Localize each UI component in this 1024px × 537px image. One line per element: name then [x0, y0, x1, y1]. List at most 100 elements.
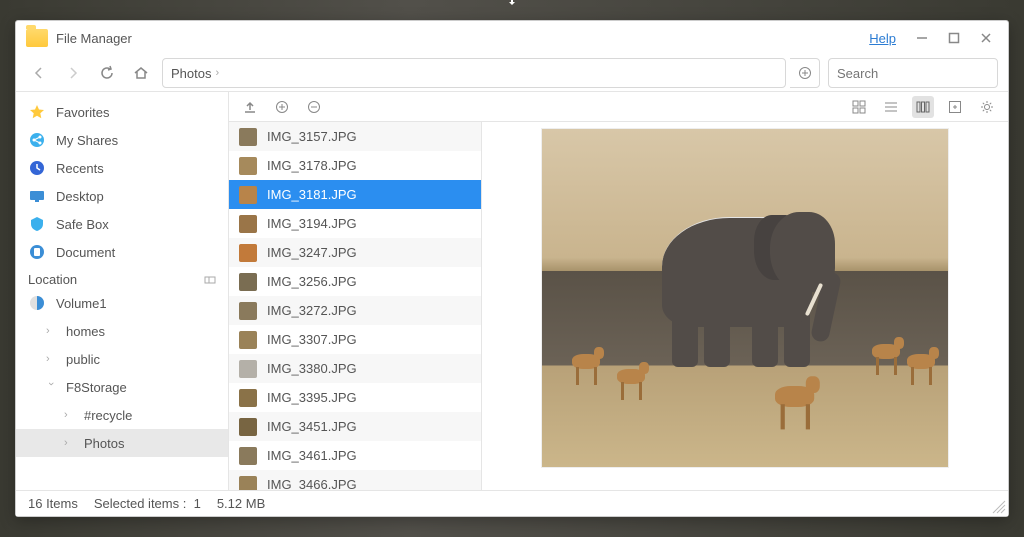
file-row[interactable]: IMG_3247.JPG: [229, 238, 481, 267]
file-row[interactable]: IMG_3451.JPG: [229, 412, 481, 441]
file-name: IMG_3272.JPG: [267, 303, 357, 318]
sidebar-item-recents[interactable]: Recents: [16, 154, 228, 182]
star-icon: [28, 103, 46, 121]
file-thumbnail: [239, 389, 257, 407]
grid-view-button[interactable]: [848, 96, 870, 118]
new-button[interactable]: [271, 96, 293, 118]
file-name: IMG_3178.JPG: [267, 158, 357, 173]
preview-image[interactable]: [541, 128, 949, 468]
file-row[interactable]: IMG_3380.JPG: [229, 354, 481, 383]
forward-button[interactable]: [60, 60, 86, 86]
breadcrumb-chevron-icon: ›: [215, 67, 225, 79]
document-icon: [28, 243, 46, 261]
share-icon: [28, 131, 46, 149]
upload-button[interactable]: [239, 96, 261, 118]
home-button[interactable]: [128, 60, 154, 86]
file-name: IMG_3380.JPG: [267, 361, 357, 376]
sidebar-item-label: #recycle: [84, 408, 132, 423]
file-row[interactable]: IMG_3181.JPG: [229, 180, 481, 209]
desktop-icon: [28, 187, 46, 205]
file-row[interactable]: IMG_3466.JPG: [229, 470, 481, 490]
sidebar-item-label: Desktop: [56, 189, 104, 204]
file-thumbnail: [239, 476, 257, 491]
app-folder-icon: [26, 29, 48, 47]
chevron-right-icon: ›: [64, 409, 74, 421]
back-button[interactable]: [26, 60, 52, 86]
path-bar[interactable]: Photos ›: [162, 58, 786, 88]
window-title: File Manager: [56, 31, 132, 46]
file-name: IMG_3466.JPG: [267, 477, 357, 490]
sidebar-item-document[interactable]: Document: [16, 238, 228, 266]
search-input[interactable]: [837, 66, 1013, 81]
file-row[interactable]: IMG_3461.JPG: [229, 441, 481, 470]
settings-button[interactable]: [976, 96, 998, 118]
elephant-graphic: [632, 177, 832, 367]
file-thumbnail: [239, 273, 257, 291]
maximize-button[interactable]: [942, 26, 966, 50]
refresh-button[interactable]: [94, 60, 120, 86]
sidebar-item-favorites[interactable]: Favorites: [16, 98, 228, 126]
file-row[interactable]: IMG_3256.JPG: [229, 267, 481, 296]
file-list[interactable]: IMG_3157.JPG IMG_3178.JPG IMG_3181.JPG IMG_…: [229, 122, 482, 490]
add-panel-button[interactable]: [944, 96, 966, 118]
resize-handle-icon[interactable]: [992, 500, 1006, 514]
file-row[interactable]: IMG_3307.JPG: [229, 325, 481, 354]
sidebar-item-myshares[interactable]: My Shares: [16, 126, 228, 154]
sidebar-item-desktop[interactable]: Desktop: [16, 182, 228, 210]
file-name: IMG_3461.JPG: [267, 448, 357, 463]
sidebar-item-label: Recents: [56, 161, 104, 176]
titlebar[interactable]: File Manager Help: [16, 21, 1008, 55]
sidebar-item-photos[interactable]: › Photos: [16, 429, 228, 457]
sidebar: Favorites My Shares Recents Desktop Safe…: [16, 92, 229, 490]
main-panel: IMG_3157.JPG IMG_3178.JPG IMG_3181.JPG IMG_…: [229, 92, 1008, 490]
minimize-button[interactable]: [910, 26, 934, 50]
sidebar-item-label: My Shares: [56, 133, 118, 148]
sidebar-item-safebox[interactable]: Safe Box: [16, 210, 228, 238]
file-thumbnail: [239, 447, 257, 465]
file-name: IMG_3256.JPG: [267, 274, 357, 289]
list-view-button[interactable]: [880, 96, 902, 118]
volume-icon: [28, 294, 46, 312]
chevron-right-icon: ›: [64, 437, 74, 449]
chevron-down-icon: ›: [45, 382, 57, 392]
close-button[interactable]: [974, 26, 998, 50]
collapse-icon[interactable]: [204, 274, 216, 286]
sidebar-item-label: Photos: [84, 436, 124, 451]
file-row[interactable]: IMG_3178.JPG: [229, 151, 481, 180]
column-view-button[interactable]: [912, 96, 934, 118]
safebox-icon: [28, 215, 46, 233]
status-bar: 16 Items Selected items : 1 5.12 MB: [16, 490, 1008, 516]
help-link[interactable]: Help: [869, 31, 896, 46]
sidebar-item-label: public: [66, 352, 100, 367]
sidebar-item-volume1[interactable]: Volume1: [16, 289, 228, 317]
file-name: IMG_3157.JPG: [267, 129, 357, 144]
sidebar-item-f8storage[interactable]: › F8Storage: [16, 373, 228, 401]
sidebar-item-public[interactable]: › public: [16, 345, 228, 373]
search-box[interactable]: [828, 58, 998, 88]
file-thumbnail: [239, 215, 257, 233]
sidebar-section-location: Location: [16, 266, 228, 289]
chevron-right-icon: ›: [46, 325, 56, 337]
file-row[interactable]: IMG_3194.JPG: [229, 209, 481, 238]
file-name: IMG_3181.JPG: [267, 187, 357, 202]
breadcrumb-current[interactable]: Photos: [171, 66, 211, 81]
remove-button[interactable]: [303, 96, 325, 118]
file-name: IMG_3307.JPG: [267, 332, 357, 347]
move-cursor-icon: [502, 0, 522, 8]
sidebar-item-recycle[interactable]: › #recycle: [16, 401, 228, 429]
file-manager-window: File Manager Help Photos › Favorites: [15, 20, 1009, 517]
file-name: IMG_3247.JPG: [267, 245, 357, 260]
file-thumbnail: [239, 360, 257, 378]
file-row[interactable]: IMG_3395.JPG: [229, 383, 481, 412]
status-items-count: 16 Items: [28, 496, 78, 511]
file-thumbnail: [239, 128, 257, 146]
file-row[interactable]: IMG_3272.JPG: [229, 296, 481, 325]
preview-pane: [482, 122, 1008, 490]
chevron-right-icon: ›: [46, 353, 56, 365]
sidebar-item-homes[interactable]: › homes: [16, 317, 228, 345]
new-tab-button[interactable]: [790, 58, 820, 88]
content-toolbar: [229, 92, 1008, 122]
file-row[interactable]: IMG_3157.JPG: [229, 122, 481, 151]
file-thumbnail: [239, 186, 257, 204]
sidebar-item-label: homes: [66, 324, 105, 339]
